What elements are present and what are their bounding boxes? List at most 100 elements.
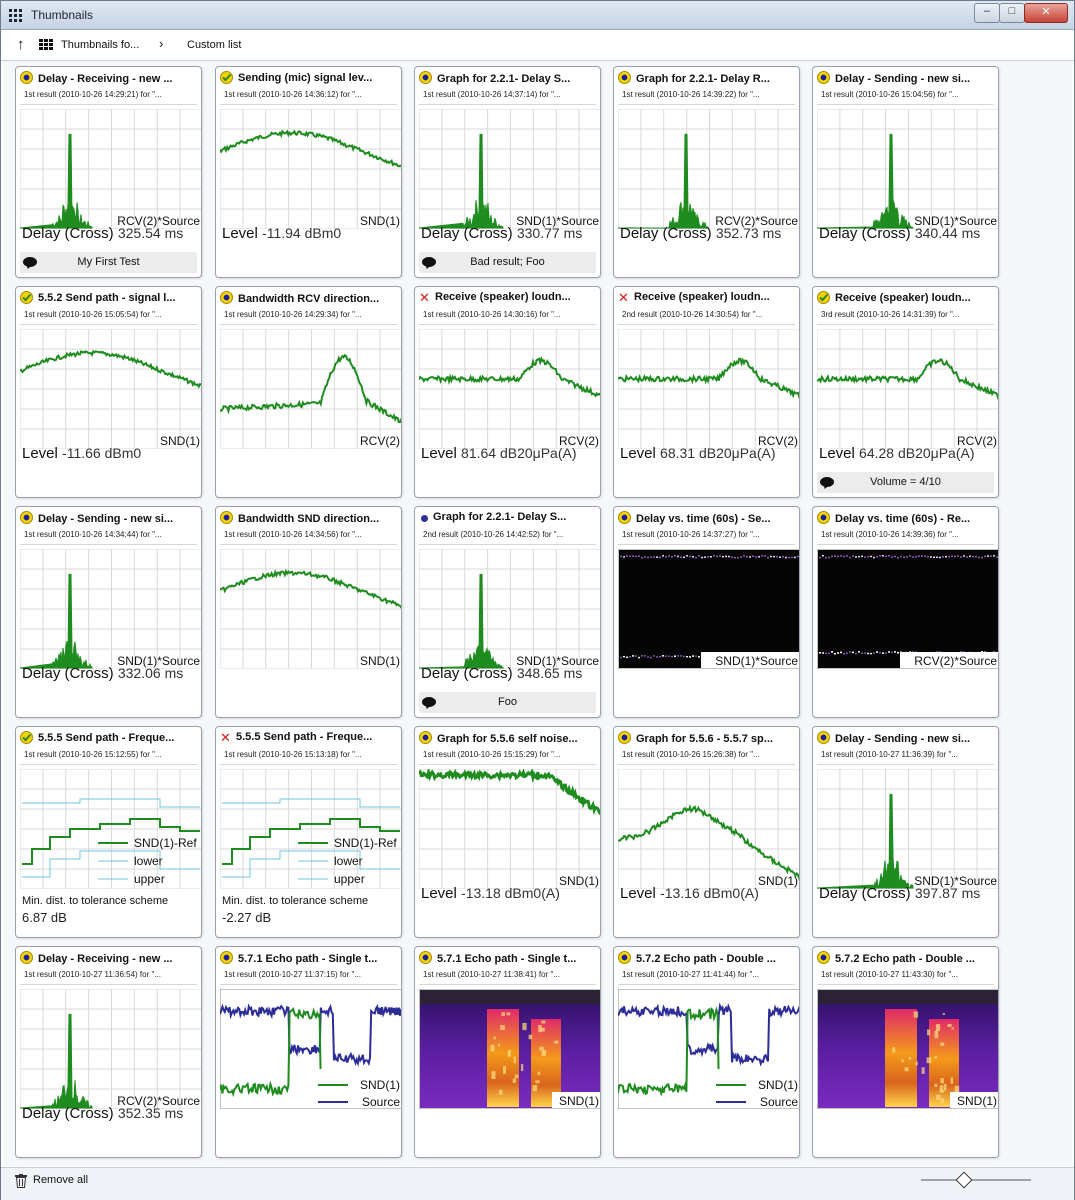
thumbnail-card[interactable]: Bandwidth SND direction... 1st result (20… <box>215 506 402 718</box>
thumbnail-card[interactable]: 5.7.1 Echo path - Single t... 1st result … <box>414 946 601 1158</box>
card-title: Graph for 2.2.1- Delay S... <box>419 71 596 86</box>
thumbnail-card[interactable]: Delay - Sending - new si... 1st result (2… <box>15 506 202 718</box>
card-subtitle: 1st result (2010-10-26 15:12:55) for "..… <box>24 750 162 759</box>
zoom-slider-track[interactable] <box>921 1179 1031 1181</box>
comment-bar[interactable]: Volume = 4/10 <box>817 472 994 493</box>
comment-text: Foo <box>498 696 517 708</box>
close-button[interactable]: ✕ <box>1024 3 1068 23</box>
card-subtitle: 1st result (2010-10-26 14:39:36) for "..… <box>821 530 959 539</box>
thumbnail-card[interactable]: Delay - Sending - new si... 1st result (2… <box>812 66 999 278</box>
bottom-bar: Remove all <box>1 1167 1074 1200</box>
card-subtitle: 1st result (2010-10-26 14:30:16) for "..… <box>423 310 561 319</box>
comment-bar[interactable]: My First Test <box>20 252 197 273</box>
info-circle-icon <box>419 731 432 744</box>
thumbnail-card[interactable]: Delay - Receiving - new ... 1st result (2… <box>15 946 202 1158</box>
measure-value: -2.27 dB <box>222 910 272 925</box>
up-arrow-icon[interactable]: ↑ <box>17 36 25 53</box>
card-title-text: Receive (speaker) loudn... <box>835 292 971 304</box>
remove-all-button[interactable]: Remove all <box>33 1174 88 1186</box>
thumbnail-card[interactable]: Receive (speaker) loudn... 3rd result (20… <box>812 286 999 498</box>
thumbnail-card[interactable]: 5.5.2 Send path - signal l... 1st result … <box>15 286 202 498</box>
comment-bar[interactable]: Foo <box>419 692 596 713</box>
grid-icon[interactable] <box>39 39 57 51</box>
thumbnail-card[interactable]: Bandwidth RCV direction... 1st result (20… <box>215 286 402 498</box>
measure-readout: Level 81.64 dB20μPa(A) <box>421 445 577 462</box>
comment-bar[interactable]: Bad result; Foo <box>419 252 596 273</box>
measure-value: 332.06 ms <box>117 665 184 681</box>
zoom-slider-thumb[interactable] <box>955 1171 973 1189</box>
measure-name: Level <box>222 225 258 242</box>
info-circle-icon <box>618 731 631 744</box>
info-circle-icon <box>220 511 233 524</box>
thumbnail-grid: Delay - Receiving - new ... 1st result (2… <box>3 61 1072 1166</box>
minimize-button[interactable]: – <box>974 3 1000 23</box>
legend-entry: upper <box>334 872 365 886</box>
breadcrumb-thumbnails[interactable]: Thumbnails fo... <box>61 39 139 51</box>
plot-dark: RCV(2)*Source <box>817 549 998 669</box>
breadcrumb-custom-list[interactable]: Custom list <box>187 39 241 51</box>
info-circle-icon <box>618 951 631 964</box>
legend-entry: lower <box>334 854 363 868</box>
card-plot: SND(1)*Source <box>419 109 600 229</box>
measure-readout: Level 64.28 dB20μPa(A) <box>819 445 975 462</box>
card-plot: SND(1)*Source <box>817 769 998 889</box>
thumbnail-card[interactable]: Delay vs. time (60s) - Re... 1st result (… <box>812 506 999 718</box>
pass-check-icon <box>20 291 33 304</box>
card-plot: SND(1) <box>419 989 600 1109</box>
title-bar: Thumbnails – □ ✕ <box>1 1 1074 30</box>
card-subtitle: 1st result (2010-10-26 14:29:34) for "..… <box>224 310 362 319</box>
card-title-text: Delay - Sending - new si... <box>38 513 174 525</box>
thumbnail-card[interactable]: 5.5.5 Send path - Freque... 1st result (2… <box>15 726 202 938</box>
maximize-icon: □ <box>1008 5 1016 17</box>
card-title: 5.7.1 Echo path - Single t... <box>419 951 596 966</box>
card-title: 5.7.2 Echo path - Double ... <box>618 951 795 966</box>
plot-loud: RCV(2) <box>618 329 799 449</box>
card-title: Bandwidth SND direction... <box>220 511 397 526</box>
fail-cross-icon: ✕ <box>220 731 231 745</box>
plot-tolerance: SND(1)-Ref lower upper <box>220 769 401 889</box>
measure-value: 68.31 dB20μPa(A) <box>660 445 776 461</box>
plot-level: SND(1) <box>20 329 201 449</box>
card-subtitle: 1st result (2010-10-27 11:38:41) for "..… <box>423 970 560 979</box>
info-circle-icon <box>20 951 33 964</box>
thumbnail-card[interactable]: Delay - Sending - new si... 1st result (2… <box>812 726 999 938</box>
plot-label: SND(1) <box>360 654 400 668</box>
card-title: Delay - Sending - new si... <box>817 71 994 86</box>
trash-icon[interactable] <box>15 1174 27 1188</box>
thumbnail-card[interactable]: 5.7.2 Echo path - Double ... 1st result (… <box>613 946 800 1158</box>
thumbnail-card[interactable]: Graph for 5.5.6 self noise... 1st result … <box>414 726 601 938</box>
maximize-button[interactable]: □ <box>999 3 1025 23</box>
card-subtitle: 1st result (2010-10-26 14:37:27) for "..… <box>622 530 760 539</box>
plot-spectro: SND(1) <box>419 989 600 1109</box>
card-plot: RCV(2) <box>817 329 998 449</box>
minimize-icon: – <box>983 5 991 17</box>
measure-name: Delay (Cross) <box>22 665 114 682</box>
thumbnail-card[interactable]: Graph for 2.2.1- Delay R... 1st result (2… <box>613 66 800 278</box>
card-title-text: Graph for 2.2.1- Delay S... <box>437 73 571 85</box>
speech-bubble-icon <box>820 477 834 487</box>
thumbnail-card[interactable]: Graph for 2.2.1- Delay S... 1st result (2… <box>414 66 601 278</box>
card-subtitle: 1st result (2010-10-26 15:05:54) for "..… <box>24 310 162 319</box>
thumbnail-card[interactable]: Delay vs. time (60s) - Se... 1st result (… <box>613 506 800 718</box>
card-title: ✕ Receive (speaker) loudn... <box>419 291 596 306</box>
thumbnail-card[interactable]: ✕ 5.5.5 Send path - Freque... 1st result (… <box>215 726 402 938</box>
measure-value: 6.87 dB <box>22 910 67 925</box>
thumbnail-card[interactable]: 5.7.2 Echo path - Double ... 1st result (… <box>812 946 999 1158</box>
thumbnail-card[interactable]: 5.7.1 Echo path - Single t... 1st result … <box>215 946 402 1158</box>
thumbnail-card[interactable]: ✕ Receive (speaker) loudn... 2nd result (2… <box>613 286 800 498</box>
measure-value: 348.65 ms <box>516 665 583 681</box>
thumbnail-card[interactable]: Delay - Receiving - new ... 1st result (2… <box>15 66 202 278</box>
plot-label: SND(1) <box>957 1094 997 1108</box>
thumbnail-card[interactable]: Graph for 2.2.1- Delay S... 2nd result (2… <box>414 506 601 718</box>
thumbnail-card[interactable]: ✕ Receive (speaker) loudn... 1st result (2… <box>414 286 601 498</box>
plot-bump: SND(1) <box>618 769 799 889</box>
card-title-text: Receive (speaker) loudn... <box>634 291 770 303</box>
card-subtitle: 1st result (2010-10-26 15:13:18) for "..… <box>224 750 362 759</box>
thumbnail-card[interactable]: Graph for 5.5.6 - 5.5.7 sp... 1st result … <box>613 726 800 938</box>
measure-value: 352.73 ms <box>715 225 782 241</box>
card-title-text: 5.7.2 Echo path - Double ... <box>835 953 975 965</box>
thumbnail-card[interactable]: Sending (mic) signal lev... 1st result (2… <box>215 66 402 278</box>
card-title: ✕ 5.5.5 Send path - Freque... <box>220 731 397 746</box>
info-circle-icon <box>419 951 432 964</box>
fail-cross-icon: ✕ <box>618 291 629 305</box>
